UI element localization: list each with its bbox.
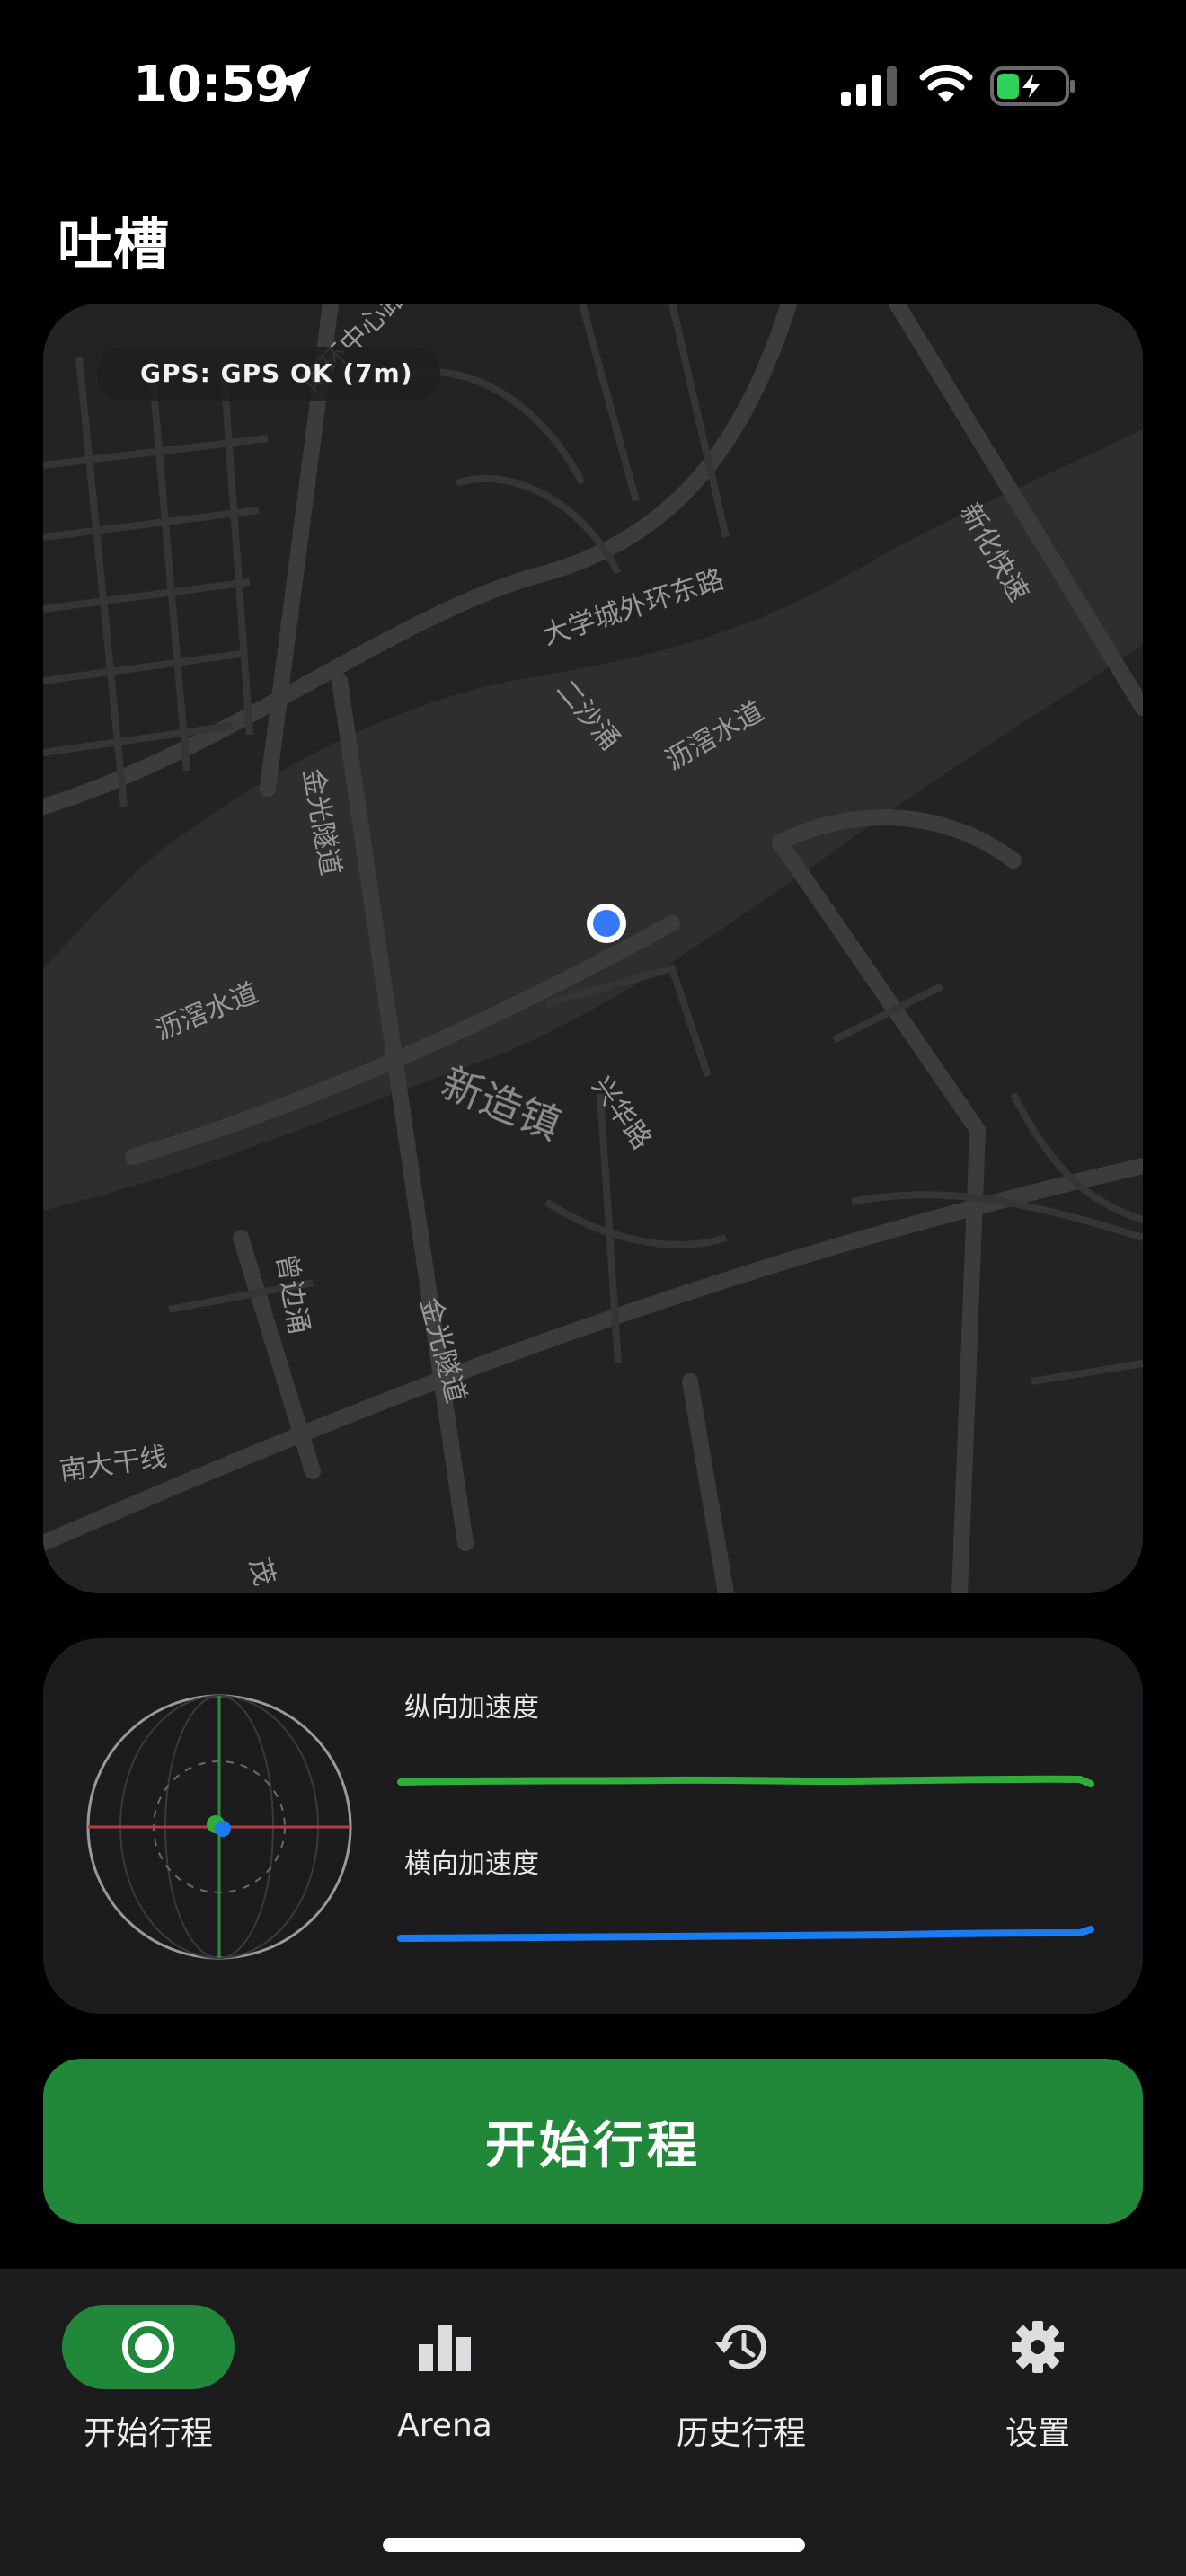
tab-label: 历史行程 — [676, 2415, 806, 2452]
wifi-icon — [919, 64, 973, 102]
gear-icon — [1012, 2321, 1064, 2373]
tab-active-indicator — [62, 2305, 235, 2389]
tab-start-trip[interactable]: 开始行程 — [40, 2305, 256, 2457]
bottom-tab-bar: 开始行程 Arena 历史行程 设置 — [0, 2269, 1186, 2576]
tab-label: 开始行程 — [83, 2415, 213, 2452]
tab-arena[interactable]: Arena — [337, 2305, 553, 2457]
cellular-signal-icon — [841, 66, 897, 106]
record-icon — [122, 2321, 174, 2373]
tab-history[interactable]: 历史行程 — [633, 2305, 849, 2457]
tab-settings[interactable]: 设置 — [930, 2305, 1146, 2457]
tab-label: 设置 — [1005, 2415, 1070, 2452]
longitudinal-acceleration-label: 纵向加速度 — [404, 1692, 539, 1724]
acceleration-panel: 纵向加速度 横向加速度 — [43, 1638, 1143, 2014]
home-indicator[interactable] — [383, 2538, 805, 2552]
page-title: 吐槽 — [58, 212, 170, 278]
tab-label: Arena — [397, 2407, 492, 2444]
g-force-marker-lat — [215, 1821, 231, 1837]
status-time: 10:59 — [133, 56, 289, 114]
location-arrow-icon — [275, 66, 311, 102]
current-location-marker — [587, 904, 626, 943]
start-trip-button[interactable]: 开始行程 — [43, 2059, 1143, 2224]
history-icon — [715, 2325, 766, 2370]
gps-status-badge: GPS: GPS OK (7m) — [97, 347, 440, 401]
longitudinal-acceleration-graph — [397, 1775, 1094, 1787]
map-canvas[interactable]: 大学城外环东路 沥滘水道 沥滘水道 新造镇 兴华路 金光隧道 金光隧道 新化快速… — [43, 304, 1143, 1593]
bar-chart-icon — [419, 2325, 471, 2371]
lateral-acceleration-graph — [397, 1926, 1094, 1942]
map-view[interactable]: 大学城外环东路 沥滘水道 沥滘水道 新造镇 兴华路 金光隧道 金光隧道 新化快速… — [43, 304, 1143, 1593]
g-force-gauge — [86, 1694, 352, 1960]
battery-charging-icon — [990, 66, 1075, 106]
lateral-acceleration-label: 横向加速度 — [404, 1848, 539, 1880]
